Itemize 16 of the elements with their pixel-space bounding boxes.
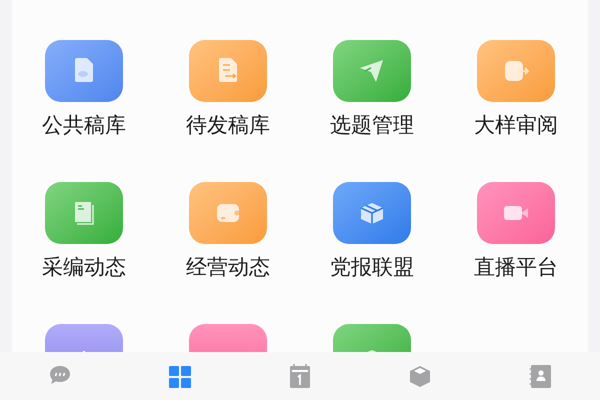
- document-icon: [45, 40, 123, 102]
- app-shortcut[interactable]: 公共稿库: [42, 40, 126, 138]
- book-icon: [45, 182, 123, 244]
- app-shortcut[interactable]: 待发稿库: [186, 40, 270, 138]
- app-shortcut[interactable]: 大样审阅: [474, 40, 558, 138]
- app-shortcut[interactable]: 采编动态: [42, 182, 126, 280]
- app-shortcut[interactable]: 党报联盟: [330, 182, 414, 280]
- app-shortcut[interactable]: 选题管理: [330, 40, 414, 138]
- app-shortcut[interactable]: 经营动态: [186, 182, 270, 280]
- wallet-icon: [189, 182, 267, 244]
- app-shortcut[interactable]: 直播平台: [474, 182, 558, 280]
- door-arrow-icon: [477, 40, 555, 102]
- video-camera-icon: [477, 182, 555, 244]
- document-icon: [189, 40, 267, 102]
- paper-plane-icon: [333, 40, 411, 102]
- package-icon: [333, 182, 411, 244]
